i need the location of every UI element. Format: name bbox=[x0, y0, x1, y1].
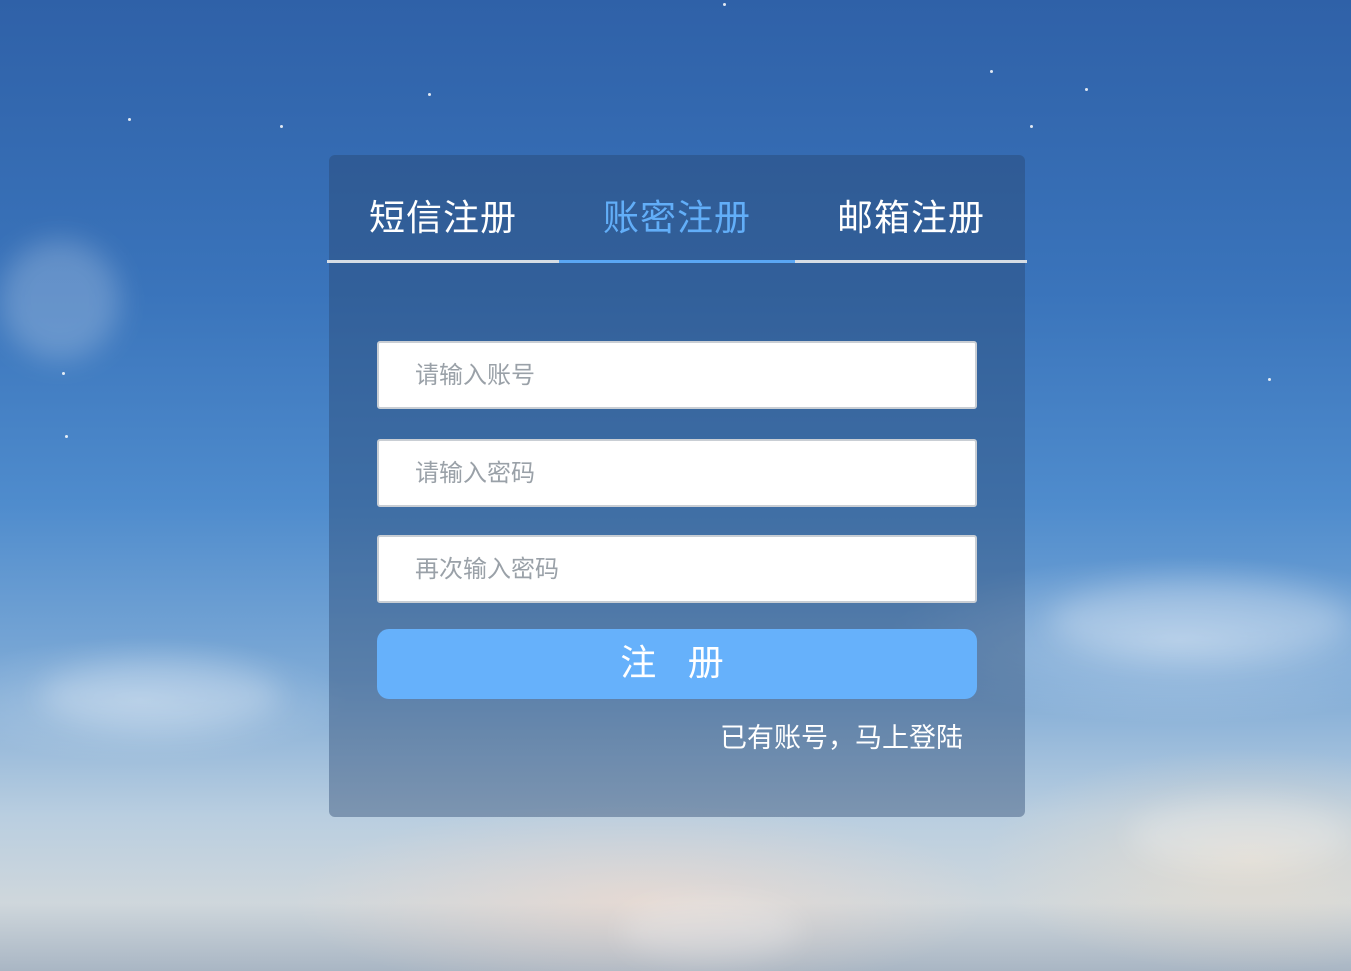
password-field bbox=[377, 439, 977, 507]
star bbox=[62, 372, 65, 375]
confirm-password-field bbox=[377, 535, 977, 603]
password-input[interactable] bbox=[379, 441, 975, 505]
star bbox=[65, 435, 68, 438]
star bbox=[990, 70, 993, 73]
account-input[interactable] bbox=[379, 343, 975, 407]
star bbox=[1268, 378, 1271, 381]
cloud bbox=[620, 900, 800, 960]
tab-password-register[interactable]: 账密注册 bbox=[559, 155, 795, 263]
login-link[interactable]: 已有账号，马上登陆 bbox=[720, 721, 963, 757]
register-button[interactable]: 注 册 bbox=[377, 629, 977, 699]
register-panel: 短信注册 账密注册 邮箱注册 注 册 已有账号，马上登陆 bbox=[327, 155, 1027, 817]
star bbox=[128, 118, 131, 121]
register-tabs: 短信注册 账密注册 邮箱注册 bbox=[327, 155, 1027, 265]
star bbox=[723, 3, 726, 6]
cloud bbox=[1050, 580, 1350, 660]
tab-label: 短信注册 bbox=[368, 198, 517, 239]
confirm-password-input[interactable] bbox=[379, 537, 975, 601]
tab-email-register[interactable]: 邮箱注册 bbox=[795, 155, 1027, 263]
tab-sms-register[interactable]: 短信注册 bbox=[327, 155, 559, 263]
star bbox=[280, 125, 283, 128]
tab-label: 账密注册 bbox=[602, 198, 751, 239]
cloud bbox=[40, 660, 280, 730]
star bbox=[428, 93, 431, 96]
account-field bbox=[377, 341, 977, 409]
star bbox=[1085, 88, 1088, 91]
cloud bbox=[0, 240, 120, 360]
cloud bbox=[1130, 800, 1350, 870]
star bbox=[1030, 125, 1033, 128]
tab-label: 邮箱注册 bbox=[836, 198, 985, 239]
